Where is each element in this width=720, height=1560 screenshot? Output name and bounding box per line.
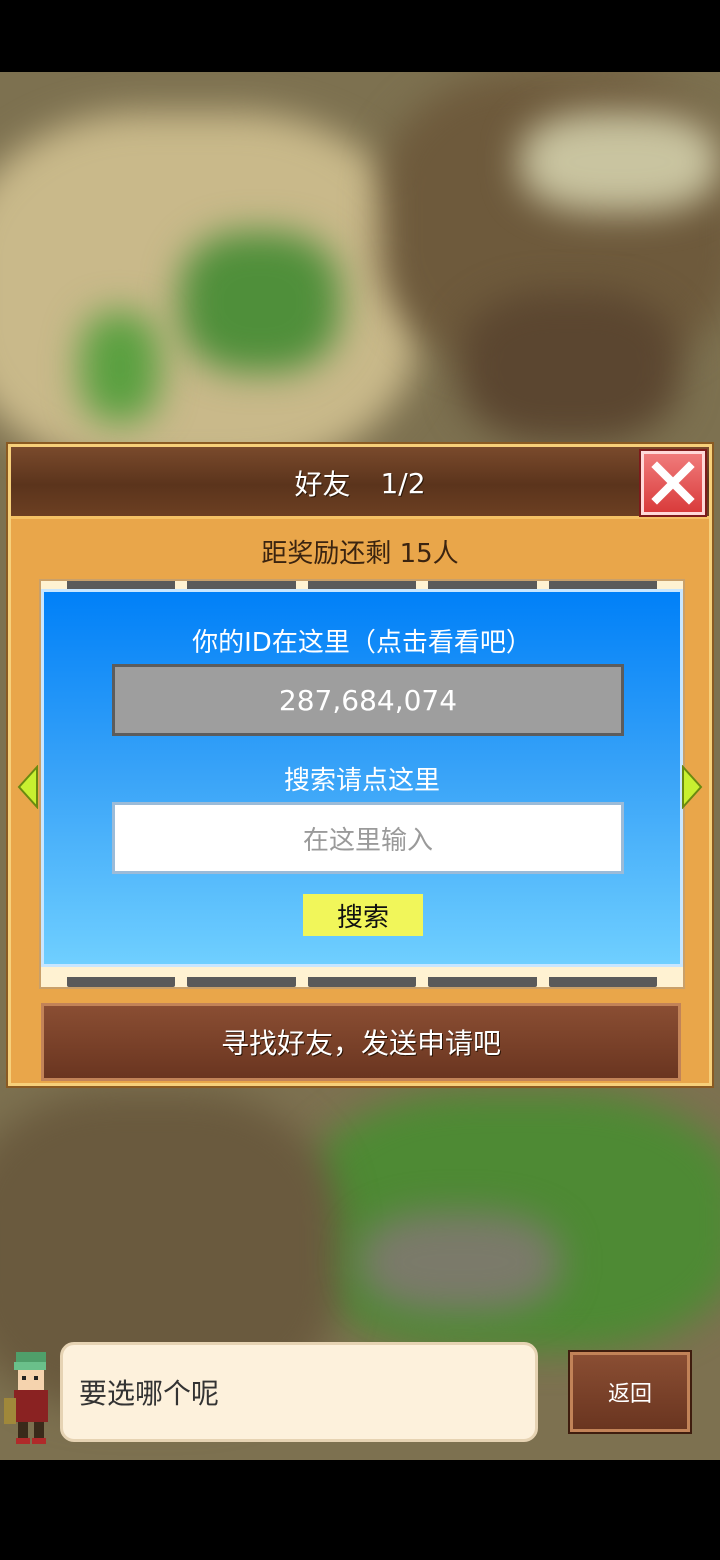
page-indicator: 1/2 xyxy=(380,466,426,500)
arrow-right-icon[interactable] xyxy=(681,765,703,809)
tab-slot xyxy=(428,977,537,987)
close-button[interactable] xyxy=(641,451,705,515)
dialog-title-text: 好友 xyxy=(294,468,351,501)
find-friends-button[interactable]: 寻找好友，发送申请吧 xyxy=(41,1003,681,1081)
tab-slot xyxy=(67,977,176,987)
tab-slot xyxy=(187,977,296,987)
my-id-display[interactable]: 287,684,074 xyxy=(112,664,624,736)
panel-tabs-bottom xyxy=(67,977,658,987)
tab-slot xyxy=(307,977,417,987)
back-button[interactable]: 返回 xyxy=(570,1352,690,1432)
close-x-icon xyxy=(651,461,695,505)
dialog-title: 好友 1/2 xyxy=(11,447,709,519)
search-button[interactable]: 搜索 xyxy=(303,894,423,936)
arrow-left-icon[interactable] xyxy=(17,765,39,809)
navigation-bar-area xyxy=(0,1460,720,1560)
character-avatar xyxy=(4,1352,48,1444)
tab-slot xyxy=(548,977,658,987)
my-id-label[interactable]: 你的ID在这里（点击看看吧） xyxy=(44,622,680,659)
message-bubble: 要选哪个呢 xyxy=(60,1342,538,1442)
friend-id-panel: 你的ID在这里（点击看看吧） 287,684,074 搜索请点这里 在这里输入 … xyxy=(41,589,683,967)
message-text: 要选哪个呢 xyxy=(79,1377,220,1410)
friends-dialog: 好友 1/2 距奖励还剩 15人 你的ID在这里（点击看看吧） 287,684,… xyxy=(8,444,712,1086)
search-label: 搜索请点这里 xyxy=(283,766,440,796)
status-bar-area xyxy=(0,0,720,72)
search-input[interactable]: 在这里输入 xyxy=(112,802,624,874)
reward-progress-text: 距奖励还剩 15人 xyxy=(261,539,459,569)
